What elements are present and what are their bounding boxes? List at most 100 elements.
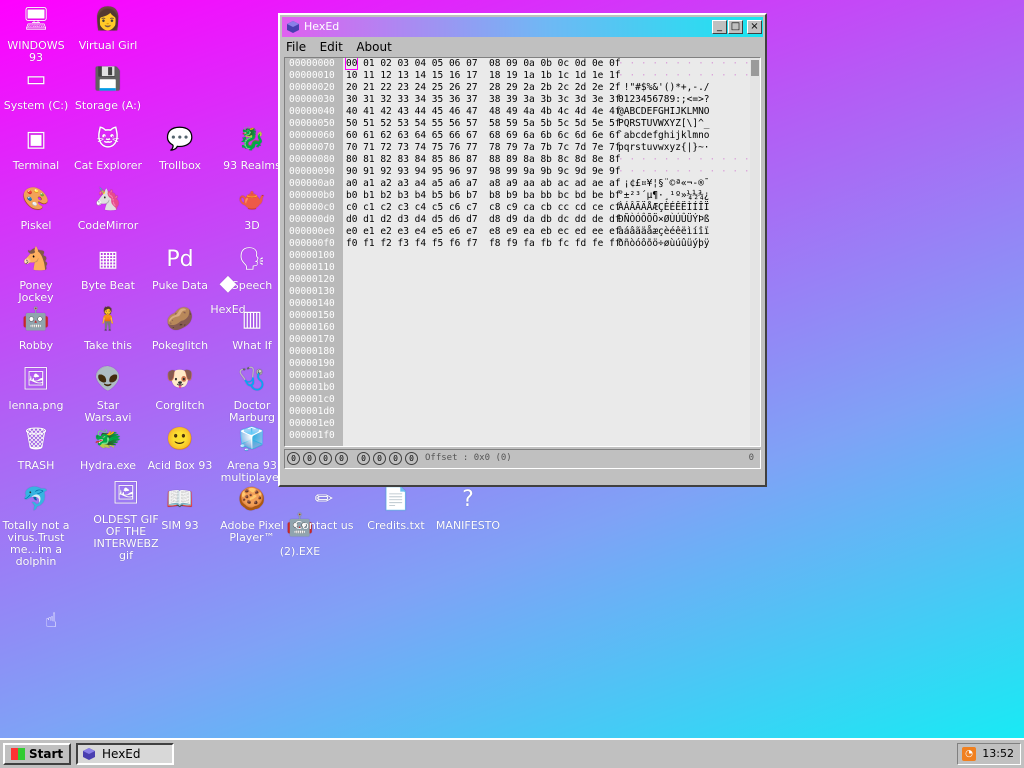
ascii-row[interactable]: °±²³´µ¶·¸¹º»¼½¾¿: [618, 190, 746, 202]
ascii-row[interactable]: `abcdefghijklmno: [618, 130, 746, 142]
desktop-icon-manifesto[interactable]: ? MANIFESTO: [432, 484, 504, 532]
hex-row[interactable]: d0 d1 d2 d3 d4 d5 d6 d7 d8 d9 da db dc d…: [346, 214, 621, 226]
ascii-column[interactable]: · · · · · · · · · · · · · · · · · · · · ·…: [618, 58, 760, 250]
desktop-icon-credits-txt[interactable]: 📄 Credits.txt: [360, 484, 432, 532]
bit-toggle[interactable]: 0: [373, 452, 386, 465]
vertical-scrollbar[interactable]: [750, 58, 760, 446]
desktop-icon-label: Totally not a virus.Trust me...im a dolp…: [2, 519, 70, 568]
desktop-icon-label: Pokeglitch: [151, 339, 209, 352]
menu-edit[interactable]: Edit: [316, 39, 347, 55]
bit-toggle[interactable]: 0: [335, 452, 348, 465]
3d-icon: 🫖: [238, 187, 266, 212]
hex-byte-grid[interactable]: 00 01 02 03 04 05 06 07 08 09 0a 0b 0c 0…: [344, 58, 621, 250]
scrollbar-thumb[interactable]: [751, 60, 759, 76]
close-button[interactable]: ×: [747, 20, 762, 34]
hex-row[interactable]: 90 91 92 93 94 95 96 97 98 99 9a 9b 9c 9…: [346, 166, 621, 178]
desktop-icon-star-wars-avi[interactable]: 👽 Star Wars.avi: [72, 364, 144, 424]
storage-a-icon: 💾: [94, 67, 122, 92]
desktop-icon-trollbox[interactable]: 💬 Trollbox: [144, 124, 216, 172]
desktop-icon-piskel[interactable]: 🎨 Piskel: [0, 184, 72, 232]
hex-row[interactable]: 40 41 42 43 44 45 46 47 48 49 4a 4b 4c 4…: [346, 106, 621, 118]
hex-row[interactable]: b0 b1 b2 b3 b4 b5 b6 b7 b8 b9 ba bb bc b…: [346, 190, 621, 202]
maximize-button[interactable]: □: [728, 20, 743, 34]
hex-view[interactable]: 00000000 00000010 00000020 00000030 00000040…: [284, 57, 761, 447]
minimize-button[interactable]: _: [712, 20, 727, 34]
hex-row[interactable]: a0 a1 a2 a3 a4 a5 a6 a7 a8 a9 aa ab ac a…: [346, 178, 621, 190]
desktop-icon-acid-box-93[interactable]: 🙂 Acid Box 93: [144, 424, 216, 472]
hex-row[interactable]: 70 71 72 73 74 75 76 77 78 79 7a 7b 7c 7…: [346, 142, 621, 154]
desktop-icon-take-this[interactable]: 🧍 Take this: [72, 304, 144, 352]
hydra-exe-icon: 🐲: [94, 427, 122, 452]
pokeglitch-icon: 🥔: [166, 307, 194, 332]
desktop-icon-contact-us[interactable]: ✏ Contact us: [288, 484, 360, 532]
ascii-row[interactable]: !"#$%&'()*+,-./: [618, 82, 746, 94]
hexed-window[interactable]: HexEd _ □ × File Edit About 00000000 0000…: [278, 13, 767, 487]
bit-toggle[interactable]: 0: [319, 452, 332, 465]
desktop-icon-cat-explorer[interactable]: 🐱 Cat Explorer: [72, 124, 144, 172]
hex-row[interactable]: 10 11 12 13 14 15 16 17 18 19 1a 1b 1c 1…: [346, 70, 621, 82]
desktop-icon-corglitch[interactable]: 🐶 Corglitch: [144, 364, 216, 412]
desktop-icon-lenna-png[interactable]: 🖼 lenna.png: [0, 364, 72, 412]
status-bar: 00000000 Offset : 0x0 (0) 0: [284, 449, 761, 469]
bit-toggle[interactable]: 0: [357, 452, 370, 465]
clock: 13:52: [982, 747, 1014, 760]
desktop-icon-codemirror[interactable]: 🦄 CodeMirror: [72, 184, 144, 232]
desktop-icon-robby[interactable]: 🤖 Robby: [0, 304, 72, 352]
taskbar-item-hexed[interactable]: HexEd: [76, 743, 174, 765]
offset-label: 000001f0: [289, 430, 335, 441]
hex-row[interactable]: f0 f1 f2 f3 f4 f5 f6 f7 f8 f9 fa fb fc f…: [346, 238, 621, 250]
rss-icon[interactable]: ◔: [962, 747, 976, 761]
ascii-row[interactable]: @ABCDEFGHIJKLMNO: [618, 106, 746, 118]
hex-row[interactable]: 60 61 62 63 64 65 66 67 68 69 6a 6b 6c 6…: [346, 130, 621, 142]
bit-toggle[interactable]: 0: [405, 452, 418, 465]
ascii-row[interactable]: 0123456789:;<=>?: [618, 94, 746, 106]
offset-label: 00000090: [289, 166, 335, 177]
offset-label: 00000070: [289, 142, 335, 153]
hex-row[interactable]: e0 e1 e2 e3 e4 e5 e6 e7 e8 e9 ea eb ec e…: [346, 226, 621, 238]
ascii-row[interactable]: · · · · · · · · · · · · · · · ·: [618, 58, 760, 70]
desktop-icon-windows-93[interactable]: 🖥 WINDOWS 93: [0, 4, 72, 64]
lenna-png-icon: 🖼: [22, 367, 50, 392]
bit-toggle[interactable]: 0: [389, 452, 402, 465]
desktop-icon-virtual-girl[interactable]: 👩 Virtual Girl: [72, 4, 144, 52]
sim-93-icon: 📖: [166, 487, 194, 512]
ascii-row[interactable]: ÐÑÒÓÔÕÖ×ØÙÚÛÜÝÞß: [618, 214, 746, 226]
ascii-row[interactable]: àáâãäåæçèéêëìíîï: [618, 226, 746, 238]
desktop-icon-poney-jockey[interactable]: 🐴 Poney Jockey: [0, 244, 72, 304]
hex-row[interactable]: 50 51 52 53 54 55 56 57 58 59 5a 5b 5c 5…: [346, 118, 621, 130]
desktop-icon-system-c[interactable]: ▭ System (C:): [0, 64, 72, 112]
desktop-icon-trash[interactable]: 🗑 TRASH: [0, 424, 72, 472]
ascii-row[interactable]: ¡¢£¤¥¦§¨©ª«¬-®¯: [618, 178, 746, 190]
hex-row[interactable]: 80 81 82 83 84 85 86 87 88 89 8a 8b 8c 8…: [346, 154, 621, 166]
menu-file[interactable]: File: [282, 39, 310, 55]
desktop-icon-label: Robby: [18, 339, 54, 352]
bit-toggle[interactable]: 0: [303, 452, 316, 465]
start-button[interactable]: Start: [3, 743, 71, 765]
ascii-row[interactable]: · · · · · · · · · · · · · · · ·: [618, 166, 760, 178]
menu-about[interactable]: About: [352, 39, 395, 55]
ascii-row[interactable]: ÀÁÂÃÄÅÆÇÈÉÊËÌÍÎÏ: [618, 202, 746, 214]
desktop-icon-byte-beat[interactable]: ▦ Byte Beat: [72, 244, 144, 292]
hex-row[interactable]: 00 01 02 03 04 05 06 07 08 09 0a 0b 0c 0…: [344, 58, 621, 70]
ascii-row[interactable]: pqrstuvwxyz{|}~·: [618, 142, 746, 154]
desktop-icon-pokeglitch[interactable]: 🥔 Pokeglitch: [144, 304, 216, 352]
desktop-icon-storage-a[interactable]: 💾 Storage (A:): [72, 64, 144, 112]
offset-label: 00000050: [289, 118, 335, 129]
hex-row[interactable]: c0 c1 c2 c3 c4 c5 c6 c7 c8 c9 ca cb cc c…: [346, 202, 621, 214]
piskel-icon: 🎨: [22, 187, 50, 212]
desktop-icon-totally-not-a-virus-trust-me-im-a-dolphin[interactable]: 🐬 Totally not a virus.Trust me...im a dol…: [0, 484, 72, 568]
desktop-icon-sim-93[interactable]: 📖 SIM 93: [144, 484, 216, 532]
start-label: Start: [29, 747, 64, 761]
bit-toggle[interactable]: 0: [287, 452, 300, 465]
desktop-icon-hydra-exe[interactable]: 🐲 Hydra.exe: [72, 424, 144, 472]
desktop-icon-label: Contact us: [294, 519, 354, 532]
ascii-row[interactable]: · · · · · · · · · · · · · · · ·: [618, 154, 760, 166]
hex-row[interactable]: 20 21 22 23 24 25 26 27 28 29 2a 2b 2c 2…: [346, 82, 621, 94]
ascii-row[interactable]: ðñòóôõö÷øùúûüýþÿ: [618, 238, 746, 250]
ascii-row[interactable]: PQRSTUVWXYZ[\]^_: [618, 118, 746, 130]
window-titlebar[interactable]: HexEd _ □ ×: [282, 17, 763, 37]
hexed-app-icon: [83, 748, 95, 760]
hex-row[interactable]: 30 31 32 33 34 35 36 37 38 39 3a 3b 3c 3…: [346, 94, 621, 106]
ascii-row[interactable]: · · · · · · · · · · · · · · · ·: [618, 70, 760, 82]
desktop-icon-terminal[interactable]: ▣ Terminal: [0, 124, 72, 172]
